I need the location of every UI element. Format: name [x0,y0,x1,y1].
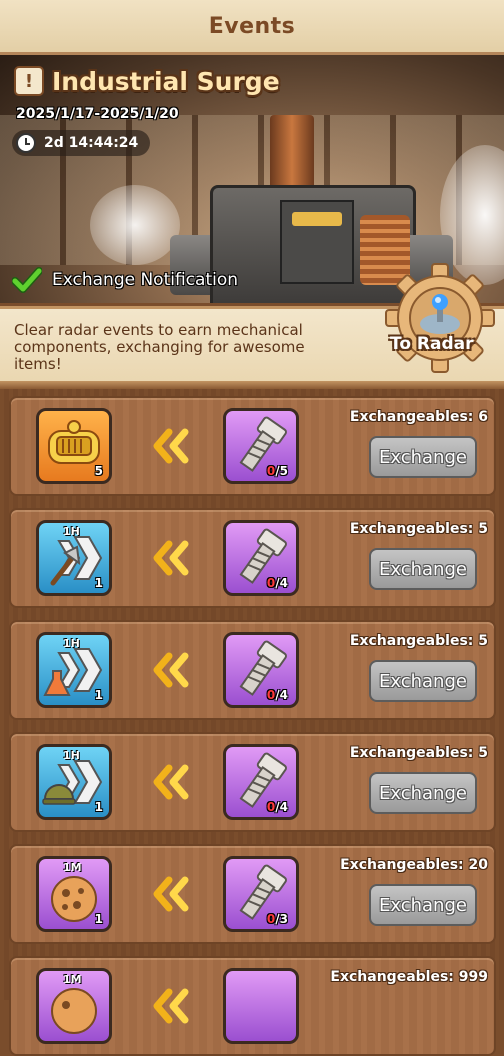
double-chevron-left-icon [153,652,189,688]
top-bar: Events [0,0,504,55]
item-quantity: 1 [94,576,103,590]
cost-count: 0/3 [267,912,288,926]
notification-label: Exchange Notification [52,270,239,290]
exchangeables-count: Exchangeables: 6 [349,409,488,425]
item-duration: 1H [63,637,80,650]
exchange-button[interactable]: Exchange [369,548,477,590]
cost-have: 0 [266,576,276,590]
cost-have: 0 [266,464,276,478]
exchange-row: 1M Exchangeables: 999 [9,956,496,1056]
cost-item[interactable]: 0/5 [223,408,299,484]
cost-need: /3 [275,912,288,926]
cost-item[interactable]: 0/3 [223,856,299,932]
reward-item[interactable]: 1H 1 [36,632,112,708]
cost-count: 0/4 [267,688,288,702]
to-radar-label: To Radar [390,334,474,354]
double-chevron-left-icon [153,988,189,1024]
double-chevron-left-icon [153,428,189,464]
cost-count: 0/5 [267,464,288,478]
item-quantity: 1 [94,688,103,702]
clock-icon [16,133,36,153]
exchange-list[interactable]: 5 0/5 Exchangeables: 6 Exchange 1H 1 0/4… [0,389,504,1056]
event-dates: 2025/1/17-2025/1/20 [16,106,179,122]
countdown-timer: 2d 14:44:24 [12,130,151,156]
reward-item[interactable]: 1M [36,968,112,1044]
cost-item[interactable]: 0/4 [223,520,299,596]
countdown-text: 2d 14:44:24 [44,135,139,151]
cost-item[interactable]: 0/4 [223,632,299,708]
exchange-row: 1M 1 0/3 Exchangeables: 20 Exchange [9,844,496,944]
exchangeables-count: Exchangeables: 5 [349,521,488,537]
event-description: Clear radar events to earn mechanical co… [14,321,305,373]
cost-need: /4 [275,576,288,590]
double-chevron-left-icon [153,876,189,912]
cost-item[interactable]: 0/4 [223,744,299,820]
exchangeables-count: Exchangeables: 5 [349,633,488,649]
cost-count: 0/4 [267,576,288,590]
exchange-row: 1H 1 0/4 Exchangeables: 5 Exchange [9,508,496,608]
exchange-row: 5 0/5 Exchangeables: 6 Exchange [9,396,496,496]
cost-need: /5 [275,464,288,478]
cost-have: 0 [266,912,276,926]
cost-have: 0 [266,800,276,814]
item-quantity: 1 [94,912,103,926]
double-chevron-left-icon [153,764,189,800]
exchangeables-count: Exchangeables: 999 [330,969,488,985]
reward-item[interactable]: 1H 1 [36,520,112,596]
item-quantity: 1 [94,800,103,814]
exchange-button[interactable]: Exchange [369,660,477,702]
cost-need: /4 [275,688,288,702]
item-duration: 1M [63,973,82,986]
cost-count: 0/4 [267,800,288,814]
exchange-row: 1H 1 0/4 Exchangeables: 5 Exchange [9,732,496,832]
exchange-button[interactable]: Exchange [369,436,477,478]
item-duration: 1H [63,749,80,762]
reward-item[interactable]: 5 [36,408,112,484]
page-title: Events [208,13,296,39]
double-chevron-left-icon [153,540,189,576]
checkmark-icon [12,267,42,293]
cost-need: /4 [275,800,288,814]
exchangeables-count: Exchangeables: 20 [340,857,488,873]
reward-item[interactable]: 1M 1 [36,856,112,932]
exchange-row: 1H 1 0/4 Exchangeables: 5 Exchange [9,620,496,720]
cost-have: 0 [266,688,276,702]
event-title: ! Industrial Surge [14,66,280,96]
radar-gear-icon [385,263,495,373]
event-name: Industrial Surge [52,66,280,96]
exchangeables-count: Exchangeables: 5 [349,745,488,761]
exchange-notification-toggle[interactable]: Exchange Notification [12,265,238,295]
cost-item[interactable] [223,968,299,1044]
item-quantity: 5 [94,464,103,478]
item-duration: 1H [63,525,80,538]
steam-cloud [90,185,180,265]
reward-item[interactable]: 1H 1 [36,744,112,820]
info-icon[interactable]: ! [14,66,44,96]
section-divider [0,381,504,389]
exchange-button[interactable]: Exchange [369,772,477,814]
item-duration: 1M [63,861,82,874]
exchange-button[interactable]: Exchange [369,884,477,926]
